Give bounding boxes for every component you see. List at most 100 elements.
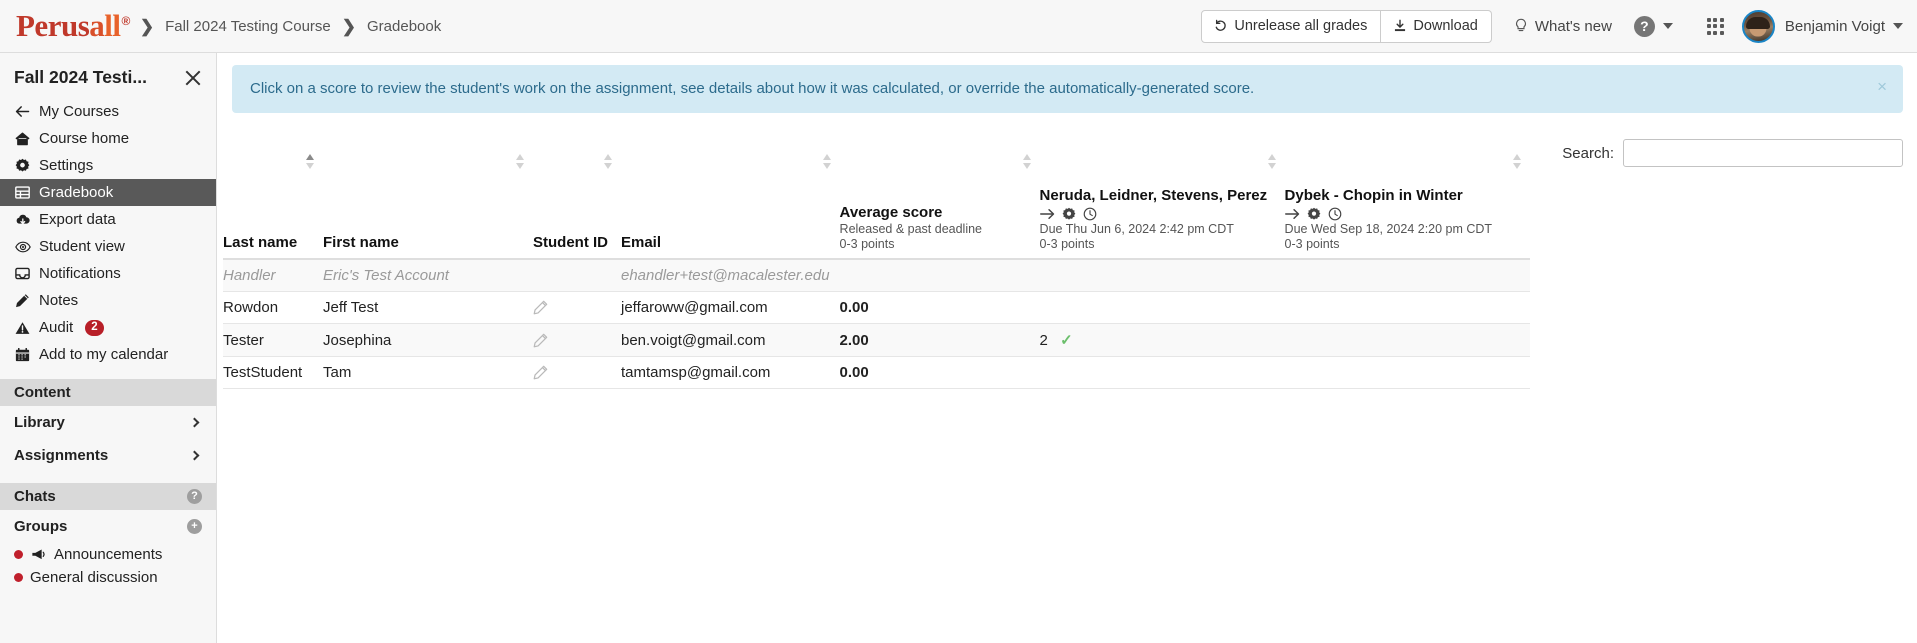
sidebar-item-settings[interactable]: Settings: [0, 152, 216, 179]
header-actions: Unrelease all grades Download What: [1201, 0, 1917, 52]
breadcrumb-course[interactable]: Fall 2024 Testing Course: [165, 18, 331, 35]
download-button[interactable]: Download: [1381, 10, 1492, 43]
table-row[interactable]: Handler Eric's Test Account ehandler+tes…: [223, 259, 1530, 292]
edit-student-id-pencil-icon[interactable]: [533, 333, 611, 348]
add-group-icon[interactable]: +: [187, 519, 202, 534]
sort-asc-icon: [1268, 154, 1276, 160]
table-row[interactable]: Rowdon Jeff Test jeffaroww@gmail.com 0.0…: [223, 292, 1530, 324]
cell-student-id[interactable]: [533, 292, 621, 324]
sidebar-item-course-home[interactable]: Course home: [0, 125, 216, 152]
whats-new-button[interactable]: What's new: [1510, 18, 1630, 35]
cell-average-score[interactable]: [840, 259, 1040, 292]
main-content: Click on a score to review the student's…: [218, 53, 1917, 643]
assignment-deadline-clock-icon[interactable]: [1083, 207, 1097, 221]
sidebar-item-add-to-calendar[interactable]: Add to my calendar: [0, 341, 216, 368]
sidebar-item-audit[interactable]: Audit 2: [0, 314, 216, 341]
sidebar-item-label: My Courses: [39, 102, 119, 122]
sidebar-item-export-data[interactable]: Export data: [0, 206, 216, 233]
sidebar-item-label: Library: [14, 414, 65, 431]
help-icon: ?: [1634, 16, 1655, 37]
sort-toggle-assignment-dybek[interactable]: [1513, 154, 1522, 176]
column-header-last-name[interactable]: Last name: [223, 187, 323, 259]
sidebar-item-my-courses[interactable]: My Courses: [0, 98, 216, 125]
edit-student-id-pencil-icon[interactable]: [533, 300, 611, 315]
sidebar-item-library[interactable]: Library: [0, 406, 216, 439]
help-menu-button[interactable]: ?: [1630, 16, 1689, 37]
table-row[interactable]: Tester Josephina ben.voigt@gmail.com 2.0…: [223, 324, 1530, 357]
chevron-down-icon[interactable]: [1893, 23, 1903, 29]
cell-assignment-neruda[interactable]: [1040, 292, 1285, 324]
assignment-settings-gear-icon[interactable]: [1062, 207, 1076, 221]
cell-student-id[interactable]: [533, 357, 621, 389]
unread-dot-icon: [14, 550, 23, 559]
sidebar-item-student-view[interactable]: Student view: [0, 233, 216, 260]
sidebar-chat-general-discussion[interactable]: General discussion: [0, 566, 216, 589]
column-header-assignment-neruda[interactable]: Neruda, Leidner, Stevens, Perez: [1040, 187, 1285, 259]
sort-asc-icon: [604, 154, 612, 160]
cell-assignment-dybek[interactable]: [1285, 324, 1530, 357]
chats-help-icon[interactable]: ?: [187, 489, 202, 504]
pencil-icon: [14, 293, 31, 308]
cell-student-id[interactable]: [533, 324, 621, 357]
breadcrumb-gradebook[interactable]: Gradebook: [367, 18, 441, 35]
download-label: Download: [1413, 18, 1478, 34]
column-header-student-id[interactable]: Student ID: [533, 187, 621, 259]
sort-toggle-student-id[interactable]: [604, 154, 613, 176]
audit-badge-count: 2: [85, 320, 103, 336]
goto-assignment-icon[interactable]: [1040, 208, 1055, 220]
sidebar-item-assignments[interactable]: Assignments: [0, 439, 216, 472]
cell-assignment-neruda[interactable]: [1040, 357, 1285, 389]
search-label: Search:: [1562, 145, 1614, 162]
sidebar-item-notifications[interactable]: Notifications: [0, 260, 216, 287]
sort-toggle-last-name[interactable]: [306, 154, 315, 176]
column-header-email[interactable]: Email: [621, 187, 840, 259]
megaphone-icon: [30, 548, 47, 561]
goto-assignment-icon[interactable]: [1285, 208, 1300, 220]
perusall-logo[interactable]: Perusall®: [16, 8, 129, 44]
close-icon[interactable]: ×: [1877, 78, 1887, 95]
course-sidebar: Fall 2024 Testi... My Courses Course hom…: [0, 53, 217, 643]
column-header-label: Email: [621, 234, 830, 252]
cell-last-name: Rowdon: [223, 292, 323, 324]
assignment-settings-gear-icon[interactable]: [1307, 207, 1321, 221]
sidebar-chat-announcements[interactable]: Announcements: [0, 543, 216, 566]
sort-toggle-email[interactable]: [823, 154, 832, 176]
sidebar-section-chats: Chats ?: [0, 483, 216, 510]
cell-last-name: TestStudent: [223, 357, 323, 389]
cell-assignment-neruda[interactable]: 2 ✓: [1040, 324, 1285, 357]
cell-assignment-dybek[interactable]: [1285, 357, 1530, 389]
gear-icon: [14, 158, 31, 173]
column-header-sub2: 0-3 points: [840, 237, 1030, 252]
cell-average-score[interactable]: 2.00: [840, 324, 1040, 357]
unread-dot-icon: [14, 573, 23, 582]
cell-first-name: Eric's Test Account: [323, 259, 533, 292]
sidebar-item-gradebook[interactable]: Gradebook: [0, 179, 216, 206]
column-header-first-name[interactable]: First name: [323, 187, 533, 259]
chevron-down-icon: [1663, 23, 1673, 29]
sidebar-item-label: Notifications: [39, 264, 121, 284]
cell-assignment-dybek[interactable]: [1285, 259, 1530, 292]
sidebar-item-label: Export data: [39, 210, 116, 230]
avatar[interactable]: [1742, 10, 1775, 43]
sort-toggle-assignment-neruda[interactable]: [1268, 154, 1277, 176]
sidebar-item-notes[interactable]: Notes: [0, 287, 216, 314]
search-input[interactable]: [1623, 139, 1903, 167]
cell-last-name: Tester: [223, 324, 323, 357]
sort-toggle-average-score[interactable]: [1023, 154, 1032, 176]
sort-desc-icon: [306, 163, 314, 169]
cell-assignment-dybek[interactable]: [1285, 292, 1530, 324]
sort-toggle-first-name[interactable]: [516, 154, 525, 176]
column-header-assignment-dybek[interactable]: Dybek - Chopin in Winter: [1285, 187, 1530, 259]
cell-average-score[interactable]: 0.00: [840, 357, 1040, 389]
apps-grid-icon[interactable]: [1689, 18, 1742, 35]
cell-assignment-neruda[interactable]: [1040, 259, 1285, 292]
table-row[interactable]: TestStudent Tam tamtamsp@gmail.com 0.00: [223, 357, 1530, 389]
assignment-deadline-clock-icon[interactable]: [1328, 207, 1342, 221]
unrelease-all-grades-button[interactable]: Unrelease all grades: [1201, 10, 1381, 43]
user-name-label: Benjamin Voigt: [1785, 18, 1885, 35]
column-header-average-score[interactable]: Average score Released & past deadline 0…: [840, 187, 1040, 259]
close-icon[interactable]: [183, 68, 202, 87]
grid-dot: [1720, 24, 1724, 28]
cell-average-score[interactable]: 0.00: [840, 292, 1040, 324]
edit-student-id-pencil-icon[interactable]: [533, 365, 611, 380]
